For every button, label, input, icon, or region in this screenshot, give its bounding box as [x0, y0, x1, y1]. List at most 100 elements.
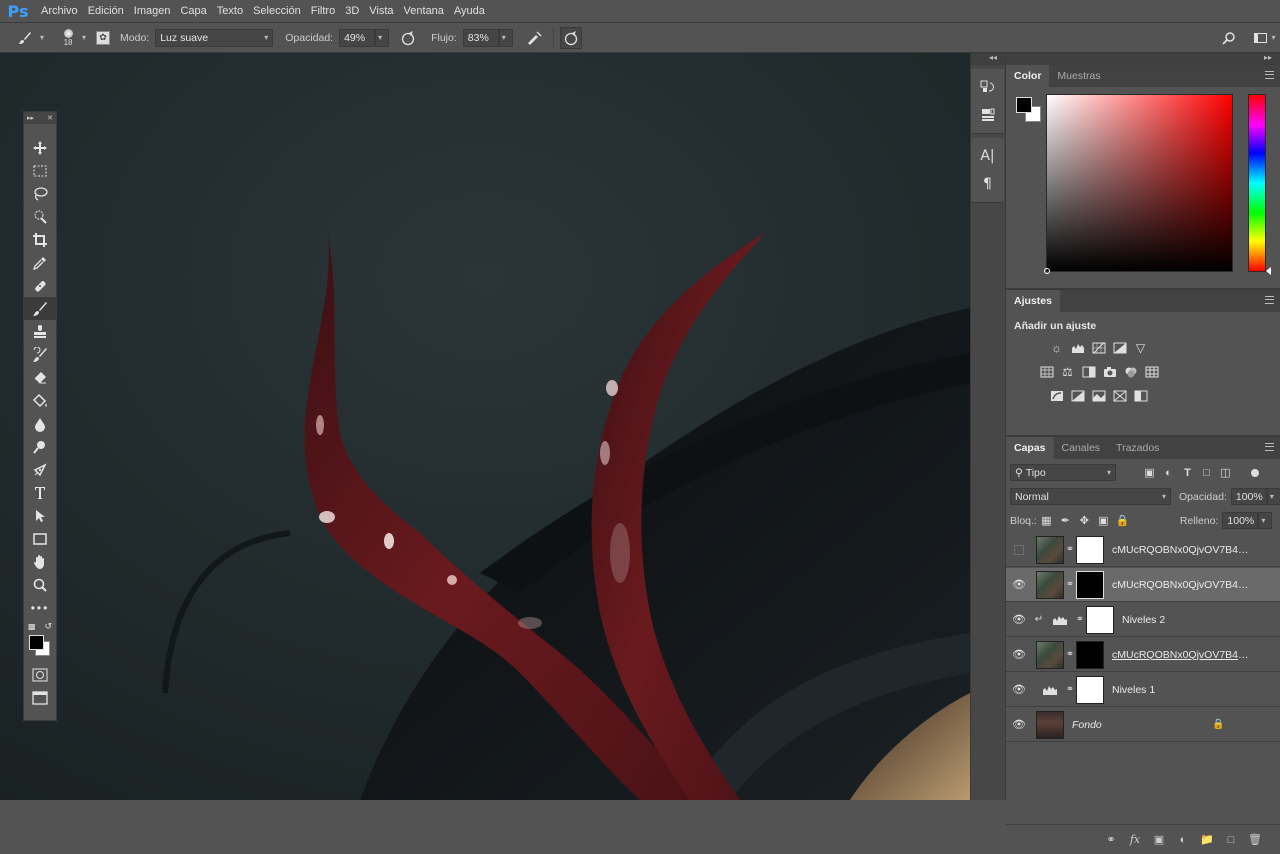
menu-seleccion[interactable]: Selección	[248, 0, 306, 23]
layer-thumbnail[interactable]	[1036, 535, 1064, 564]
filter-adjustment-icon[interactable]: ◐	[1159, 467, 1178, 479]
filter-toggle-icon[interactable]	[1251, 468, 1259, 477]
eye-icon[interactable]: 👁	[1006, 648, 1032, 661]
hue-slider[interactable]	[1248, 94, 1271, 275]
layer-name[interactable]: cMUcRQOBNx0QjvOV7B4X-...	[1112, 544, 1252, 556]
threshold-icon[interactable]	[1088, 387, 1109, 405]
photo-filter-icon[interactable]	[1099, 363, 1120, 381]
channel-mixer-icon[interactable]	[1120, 363, 1141, 381]
trash-icon[interactable]: 🗑	[1243, 833, 1267, 846]
curves-icon[interactable]	[1088, 339, 1109, 357]
more-tools-icon[interactable]: •••	[24, 596, 56, 619]
tab-color[interactable]: Color	[1006, 65, 1050, 87]
character-panel-icon[interactable]: A|	[971, 142, 1004, 170]
flow-dropdown[interactable]: ▾	[498, 28, 513, 47]
add-mask-icon[interactable]: ▣	[1147, 833, 1171, 846]
pressure-opacity-icon[interactable]	[397, 27, 419, 49]
new-group-icon[interactable]: 📁	[1195, 833, 1219, 846]
mask-link-icon[interactable]: ⚭	[1064, 579, 1076, 590]
eye-icon[interactable]: 👁	[1006, 613, 1032, 626]
lasso-tool-icon[interactable]	[24, 182, 56, 205]
panel-menu-icon[interactable]	[1265, 443, 1274, 451]
layer-row[interactable]: 👁 Fondo 🔒	[1006, 708, 1280, 742]
mask-link-icon[interactable]: ⚭	[1064, 544, 1076, 555]
selective-color-icon[interactable]	[1109, 387, 1130, 405]
menu-capa[interactable]: Capa	[175, 0, 211, 23]
quick-mask-icon[interactable]	[24, 663, 56, 686]
fill-dropdown[interactable]: ▾	[1258, 512, 1273, 529]
layer-name[interactable]: cMUcRQOBNx0QjvOV7B4X-...	[1112, 579, 1252, 591]
mask-link-icon[interactable]: ⚭	[1064, 649, 1076, 660]
brightness-contrast-icon[interactable]: ☼	[1046, 339, 1067, 357]
foreground-color-swatch[interactable]	[1016, 97, 1032, 113]
workspace-switcher[interactable]: ▾	[1250, 27, 1280, 49]
color-picker-field[interactable]	[1044, 94, 1233, 274]
tools-panel-header[interactable]: ▸▸ ✕	[24, 112, 56, 124]
filter-pixel-icon[interactable]: ▣	[1140, 466, 1159, 479]
properties-panel-icon[interactable]	[971, 101, 1004, 129]
foreground-color-swatch[interactable]	[29, 635, 44, 650]
marquee-tool-icon[interactable]	[24, 159, 56, 182]
tab-trazados[interactable]: Trazados	[1108, 437, 1167, 459]
crop-tool-icon[interactable]	[24, 228, 56, 251]
chevron-down-icon[interactable]: ▾	[82, 33, 86, 42]
type-tool-icon[interactable]	[24, 481, 56, 504]
filter-type-icon[interactable]: T	[1178, 467, 1197, 479]
menu-edicion[interactable]: Edición	[83, 0, 129, 23]
menu-imagen[interactable]: Imagen	[129, 0, 176, 23]
new-adjustment-icon[interactable]: ◐	[1171, 834, 1195, 846]
blur-tool-icon[interactable]	[24, 412, 56, 435]
color-balance-icon[interactable]: ⚖	[1057, 363, 1078, 381]
layer-name[interactable]: Niveles 2	[1122, 614, 1165, 626]
layer-mask-thumbnail[interactable]	[1086, 605, 1114, 634]
hue-slider-handle[interactable]	[1266, 267, 1271, 275]
brush-panel-toggle[interactable]: ✿	[96, 30, 111, 45]
link-layers-icon[interactable]: ⚭	[1099, 833, 1123, 846]
pen-tool-icon[interactable]	[24, 458, 56, 481]
healing-brush-tool-icon[interactable]	[24, 274, 56, 297]
layer-mask-thumbnail[interactable]	[1076, 535, 1104, 564]
airbrush-icon[interactable]	[523, 27, 545, 49]
pressure-size-icon[interactable]	[559, 26, 582, 49]
mask-link-icon[interactable]: ⚭	[1064, 684, 1076, 695]
clone-stamp-tool-icon[interactable]	[24, 320, 56, 343]
blend-mode-select[interactable]: Normal ▾	[1010, 488, 1171, 505]
menu-archivo[interactable]: Archivo	[36, 0, 83, 23]
layer-opacity-dropdown[interactable]: ▾	[1266, 488, 1280, 505]
search-icon[interactable]	[1218, 27, 1240, 49]
black-white-icon[interactable]	[1078, 363, 1099, 381]
fx-icon[interactable]: fx	[1123, 833, 1147, 846]
tab-muestras[interactable]: Muestras	[1049, 65, 1108, 87]
layer-thumbnail[interactable]	[1036, 710, 1064, 739]
eye-icon[interactable]: 👁	[1006, 683, 1032, 696]
collapse-icon[interactable]: ▸▸	[1006, 53, 1280, 65]
mask-link-icon[interactable]: ⚭	[1074, 614, 1086, 625]
new-layer-icon[interactable]: □	[1219, 834, 1243, 846]
eye-icon[interactable]: 👁	[1006, 578, 1032, 591]
layer-filter-select[interactable]: ⚲ Tipo ▾	[1010, 464, 1116, 481]
layer-row[interactable]: 👁 ⚭ cMUcRQOBNx0QjvOV7B4X-...	[1006, 568, 1280, 602]
hand-tool-icon[interactable]	[24, 550, 56, 573]
zoom-tool-icon[interactable]	[24, 573, 56, 596]
flow-input[interactable]: 83%	[462, 28, 499, 47]
paragraph-panel-icon[interactable]: ¶	[971, 170, 1004, 198]
panel-menu-icon[interactable]	[1265, 296, 1274, 304]
tab-ajustes[interactable]: Ajustes	[1006, 290, 1060, 312]
filter-shape-icon[interactable]: □	[1197, 467, 1216, 479]
path-selection-tool-icon[interactable]	[24, 504, 56, 527]
menu-texto[interactable]: Texto	[212, 0, 248, 23]
swap-colors-icon[interactable]: ↺	[44, 621, 52, 632]
filter-smartobject-icon[interactable]: ◫	[1216, 466, 1235, 479]
color-picker-cursor[interactable]	[1044, 268, 1050, 274]
color-lookup-icon[interactable]	[1141, 363, 1162, 381]
layer-row[interactable]: 👁 ↵ ⚭ Niveles 2	[1006, 603, 1280, 637]
default-colors-icon[interactable]: ▩	[28, 622, 36, 631]
paint-bucket-tool-icon[interactable]	[24, 389, 56, 412]
layer-row[interactable]: 👁 ⚭ cMUcRQOBNx0QjvOV7B4X-...	[1006, 638, 1280, 672]
collapse-icon[interactable]: ▸▸	[27, 114, 34, 122]
posterize-icon[interactable]	[1067, 387, 1088, 405]
menu-filtro[interactable]: Filtro	[306, 0, 340, 23]
invert-icon[interactable]	[1046, 387, 1067, 405]
layer-mask-thumbnail[interactable]	[1076, 640, 1104, 669]
collapse-icon[interactable]: ◂◂	[971, 53, 1005, 65]
